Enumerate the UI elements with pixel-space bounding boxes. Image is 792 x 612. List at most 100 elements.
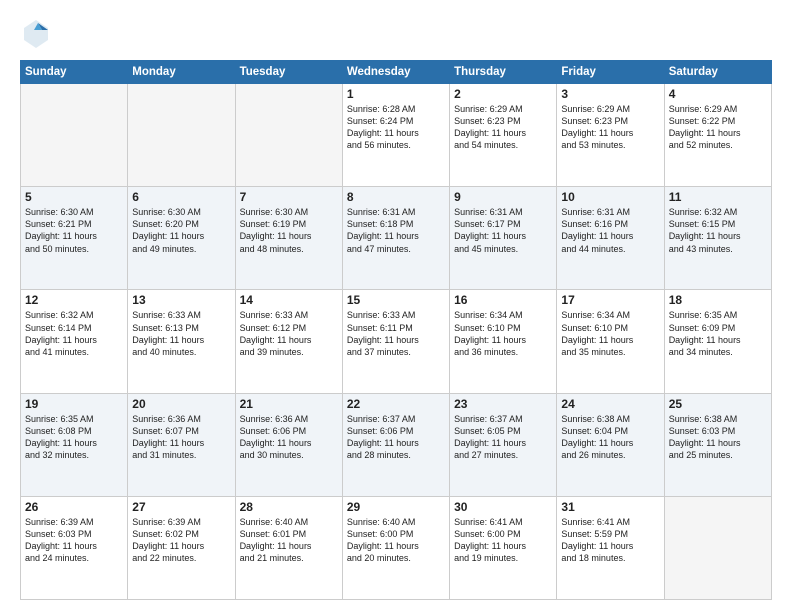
day-info: Sunrise: 6:33 AM Sunset: 6:11 PM Dayligh… [347,309,445,358]
calendar-cell: 28 Sunrise: 6:40 AM Sunset: 6:01 PM Dayli… [235,496,342,599]
weekday-header-sunday: Sunday [21,61,128,84]
weekday-header-tuesday: Tuesday [235,61,342,84]
day-info: Sunrise: 6:41 AM Sunset: 5:59 PM Dayligh… [561,516,659,565]
calendar-cell: 8Sunrise: 6:31 AM Sunset: 6:18 PM Daylig… [342,187,449,290]
day-number: 17 [561,293,659,307]
calendar-cell: 23 Sunrise: 6:37 AM Sunset: 6:05 PM Dayli… [450,393,557,496]
day-info: Sunrise: 6:31 AM Sunset: 6:17 PM Dayligh… [454,206,552,255]
day-number: 13 [132,293,230,307]
calendar-week-row: 1 Sunrise: 6:28 AM Sunset: 6:24 PM Daylig… [21,84,772,187]
calendar-week-row: 19 Sunrise: 6:35 AM Sunset: 6:08 PM Dayli… [21,393,772,496]
calendar-cell: 7 Sunrise: 6:30 AM Sunset: 6:19 PM Daylig… [235,187,342,290]
day-info: Sunrise: 6:41 AM Sunset: 6:00 PM Dayligh… [454,516,552,565]
day-number: 29 [347,500,445,514]
calendar-cell: 22Sunrise: 6:37 AM Sunset: 6:06 PM Dayli… [342,393,449,496]
calendar-cell: 30 Sunrise: 6:41 AM Sunset: 6:00 PM Dayli… [450,496,557,599]
day-info: Sunrise: 6:33 AM Sunset: 6:13 PM Dayligh… [132,309,230,358]
day-number: 2 [454,87,552,101]
day-info: Sunrise: 6:29 AM Sunset: 6:23 PM Dayligh… [561,103,659,152]
calendar-cell: 31 Sunrise: 6:41 AM Sunset: 5:59 PM Dayli… [557,496,664,599]
day-info: Sunrise: 6:36 AM Sunset: 6:06 PM Dayligh… [240,413,338,462]
calendar-cell: 19 Sunrise: 6:35 AM Sunset: 6:08 PM Dayli… [21,393,128,496]
day-info: Sunrise: 6:35 AM Sunset: 6:08 PM Dayligh… [25,413,123,462]
day-info: Sunrise: 6:32 AM Sunset: 6:15 PM Dayligh… [669,206,767,255]
calendar-cell [21,84,128,187]
day-number: 21 [240,397,338,411]
day-number: 11 [669,190,767,204]
day-number: 15 [347,293,445,307]
day-info: Sunrise: 6:29 AM Sunset: 6:23 PM Dayligh… [454,103,552,152]
calendar-cell: 29 Sunrise: 6:40 AM Sunset: 6:00 PM Dayli… [342,496,449,599]
day-info: Sunrise: 6:39 AM Sunset: 6:03 PM Dayligh… [25,516,123,565]
calendar-table: SundayMondayTuesdayWednesdayThursdayFrid… [20,60,772,600]
day-number: 12 [25,293,123,307]
calendar-cell: 14Sunrise: 6:33 AM Sunset: 6:12 PM Dayli… [235,290,342,393]
weekday-header-row: SundayMondayTuesdayWednesdayThursdayFrid… [21,61,772,84]
day-info: Sunrise: 6:37 AM Sunset: 6:06 PM Dayligh… [347,413,445,462]
calendar-week-row: 26 Sunrise: 6:39 AM Sunset: 6:03 PM Dayli… [21,496,772,599]
day-info: Sunrise: 6:28 AM Sunset: 6:24 PM Dayligh… [347,103,445,152]
calendar-cell: 25Sunrise: 6:38 AM Sunset: 6:03 PM Dayli… [664,393,771,496]
header [20,18,772,50]
day-number: 1 [347,87,445,101]
day-info: Sunrise: 6:31 AM Sunset: 6:16 PM Dayligh… [561,206,659,255]
weekday-header-saturday: Saturday [664,61,771,84]
calendar-cell: 10Sunrise: 6:31 AM Sunset: 6:16 PM Dayli… [557,187,664,290]
day-info: Sunrise: 6:38 AM Sunset: 6:04 PM Dayligh… [561,413,659,462]
calendar-cell: 11 Sunrise: 6:32 AM Sunset: 6:15 PM Dayli… [664,187,771,290]
day-number: 3 [561,87,659,101]
day-number: 9 [454,190,552,204]
calendar-cell: 13 Sunrise: 6:33 AM Sunset: 6:13 PM Dayli… [128,290,235,393]
day-number: 19 [25,397,123,411]
day-info: Sunrise: 6:37 AM Sunset: 6:05 PM Dayligh… [454,413,552,462]
calendar-week-row: 12 Sunrise: 6:32 AM Sunset: 6:14 PM Dayli… [21,290,772,393]
day-info: Sunrise: 6:30 AM Sunset: 6:20 PM Dayligh… [132,206,230,255]
day-info: Sunrise: 6:30 AM Sunset: 6:21 PM Dayligh… [25,206,123,255]
logo-icon [20,18,52,50]
day-number: 23 [454,397,552,411]
day-info: Sunrise: 6:33 AM Sunset: 6:12 PM Dayligh… [240,309,338,358]
page: SundayMondayTuesdayWednesdayThursdayFrid… [0,0,792,612]
day-number: 27 [132,500,230,514]
weekday-header-wednesday: Wednesday [342,61,449,84]
day-number: 16 [454,293,552,307]
weekday-header-monday: Monday [128,61,235,84]
day-info: Sunrise: 6:29 AM Sunset: 6:22 PM Dayligh… [669,103,767,152]
calendar-cell: 4Sunrise: 6:29 AM Sunset: 6:22 PM Daylig… [664,84,771,187]
day-info: Sunrise: 6:38 AM Sunset: 6:03 PM Dayligh… [669,413,767,462]
calendar-cell: 12 Sunrise: 6:32 AM Sunset: 6:14 PM Dayli… [21,290,128,393]
day-info: Sunrise: 6:39 AM Sunset: 6:02 PM Dayligh… [132,516,230,565]
day-info: Sunrise: 6:35 AM Sunset: 6:09 PM Dayligh… [669,309,767,358]
day-info: Sunrise: 6:34 AM Sunset: 6:10 PM Dayligh… [454,309,552,358]
day-number: 28 [240,500,338,514]
day-info: Sunrise: 6:30 AM Sunset: 6:19 PM Dayligh… [240,206,338,255]
day-number: 24 [561,397,659,411]
day-number: 31 [561,500,659,514]
day-info: Sunrise: 6:40 AM Sunset: 6:01 PM Dayligh… [240,516,338,565]
day-number: 30 [454,500,552,514]
calendar-cell [128,84,235,187]
calendar-cell: 21 Sunrise: 6:36 AM Sunset: 6:06 PM Dayli… [235,393,342,496]
calendar-cell: 5 Sunrise: 6:30 AM Sunset: 6:21 PM Daylig… [21,187,128,290]
day-number: 20 [132,397,230,411]
weekday-header-thursday: Thursday [450,61,557,84]
calendar-cell: 17 Sunrise: 6:34 AM Sunset: 6:10 PM Dayli… [557,290,664,393]
calendar-cell: 9 Sunrise: 6:31 AM Sunset: 6:17 PM Daylig… [450,187,557,290]
calendar-cell: 1 Sunrise: 6:28 AM Sunset: 6:24 PM Daylig… [342,84,449,187]
weekday-header-friday: Friday [557,61,664,84]
day-number: 18 [669,293,767,307]
day-number: 6 [132,190,230,204]
calendar-cell: 27 Sunrise: 6:39 AM Sunset: 6:02 PM Dayli… [128,496,235,599]
calendar-cell: 16 Sunrise: 6:34 AM Sunset: 6:10 PM Dayli… [450,290,557,393]
day-number: 5 [25,190,123,204]
day-number: 26 [25,500,123,514]
day-info: Sunrise: 6:40 AM Sunset: 6:00 PM Dayligh… [347,516,445,565]
calendar-cell: 26 Sunrise: 6:39 AM Sunset: 6:03 PM Dayli… [21,496,128,599]
day-info: Sunrise: 6:31 AM Sunset: 6:18 PM Dayligh… [347,206,445,255]
day-info: Sunrise: 6:34 AM Sunset: 6:10 PM Dayligh… [561,309,659,358]
calendar-cell: 24 Sunrise: 6:38 AM Sunset: 6:04 PM Dayli… [557,393,664,496]
calendar-cell: 18 Sunrise: 6:35 AM Sunset: 6:09 PM Dayli… [664,290,771,393]
day-number: 7 [240,190,338,204]
calendar-cell [664,496,771,599]
day-info: Sunrise: 6:32 AM Sunset: 6:14 PM Dayligh… [25,309,123,358]
